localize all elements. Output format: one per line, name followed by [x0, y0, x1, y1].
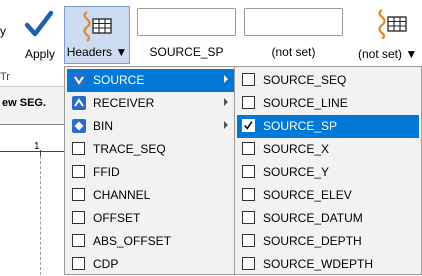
submenu-item-source-sp[interactable]: SOURCE_SP — [237, 115, 419, 138]
menu-item-source[interactable]: SOURCE — [67, 69, 234, 92]
source-arrow-icon — [72, 73, 86, 87]
checkbox[interactable] — [242, 234, 255, 247]
menu-item-label: FFID — [93, 165, 120, 179]
checkbox[interactable] — [72, 234, 85, 247]
checkbox[interactable] — [242, 211, 255, 224]
submenu-item-label: SOURCE_Y — [263, 165, 330, 179]
submenu-item-source-wdepth[interactable]: SOURCE_WDEPTH — [237, 253, 419, 274]
checkbox[interactable] — [242, 165, 255, 178]
headers-button[interactable]: Headers ▼ — [64, 6, 130, 64]
submenu-item-label: SOURCE_DATUM — [263, 211, 363, 225]
menu-item-trace-seq[interactable]: TRACE_SEQ — [67, 138, 234, 161]
menu-item-offset[interactable]: OFFSET — [67, 207, 234, 230]
headers-table-icon — [83, 11, 112, 42]
checkbox[interactable] — [72, 211, 85, 224]
check-icon — [244, 121, 253, 130]
headers-button-label: Headers ▼ — [66, 45, 128, 59]
checkbox[interactable] — [242, 96, 255, 109]
headers-table-icon-2[interactable] — [376, 9, 410, 39]
checkbox[interactable] — [242, 142, 255, 155]
submenu-item-source-y[interactable]: SOURCE_Y — [237, 161, 419, 184]
checkbox[interactable] — [242, 257, 255, 270]
submenu-item-label: SOURCE_X — [263, 142, 330, 156]
menu-item-channel[interactable]: CHANNEL — [67, 184, 234, 207]
checkbox[interactable] — [72, 165, 85, 178]
headers-menu: SOURCE RECEIVER BIN TRACE_SEQ FFID CHANN… — [64, 66, 237, 275]
submenu-item-label: SOURCE_WDEPTH — [263, 257, 374, 271]
bin-diamond-icon — [72, 119, 86, 133]
submenu-item-label: SOURCE_ELEV — [263, 188, 352, 202]
submenu-arrow-icon — [224, 121, 228, 129]
menu-item-label: ABS_OFFSET — [93, 234, 172, 248]
header-field-2-caption: (not set) — [271, 45, 316, 59]
submenu-arrow-icon — [224, 98, 228, 106]
menu-item-abs-offset[interactable]: ABS_OFFSET — [67, 230, 234, 253]
submenu-item-label: SOURCE_SEQ — [263, 73, 347, 87]
header-field-1[interactable] — [137, 8, 236, 36]
menu-item-bin[interactable]: BIN — [67, 115, 234, 138]
submenu-item-label: SOURCE_LINE — [263, 96, 348, 110]
checkbox[interactable] — [242, 188, 255, 201]
submenu-item-source-depth[interactable]: SOURCE_DEPTH — [237, 230, 419, 253]
submenu-item-source-elev[interactable]: SOURCE_ELEV — [237, 184, 419, 207]
grid-line — [40, 156, 41, 275]
submenu-item-source-x[interactable]: SOURCE_X — [237, 138, 419, 161]
header-field-1-caption: SOURCE_SP — [149, 45, 224, 59]
submenu-item-source-seq[interactable]: SOURCE_SEQ — [237, 69, 419, 92]
submenu-item-source-line[interactable]: SOURCE_LINE — [237, 92, 419, 115]
menu-item-label: BIN — [93, 119, 114, 133]
apply-button[interactable]: Apply — [22, 47, 58, 61]
menu-item-label: SOURCE — [93, 73, 145, 87]
menu-item-label: CDP — [93, 257, 119, 271]
menu-item-label: OFFSET — [93, 211, 141, 225]
submenu-item-source-datum[interactable]: SOURCE_DATUM — [237, 207, 419, 230]
checkbox[interactable] — [242, 73, 255, 86]
checkbox-checked[interactable] — [242, 119, 255, 132]
checkmark-icon[interactable] — [24, 8, 54, 40]
checkbox[interactable] — [72, 257, 85, 270]
menu-item-label: TRACE_SEQ — [93, 142, 166, 156]
menu-item-label: RECEIVER — [93, 96, 155, 110]
receiver-arrow-icon — [72, 96, 86, 110]
menu-item-receiver[interactable]: RECEIVER — [67, 92, 234, 115]
source-submenu: SOURCE_SEQ SOURCE_LINE SOURCE_SP SOURCE_… — [234, 66, 422, 275]
menu-item-label: CHANNEL — [93, 188, 151, 202]
checkbox[interactable] — [72, 188, 85, 201]
checkbox[interactable] — [72, 142, 85, 155]
ruler — [0, 143, 64, 152]
header-field-2[interactable] — [244, 8, 343, 36]
menu-item-cdp[interactable]: CDP — [67, 253, 234, 274]
ruler-number: 1 — [34, 141, 40, 152]
background-panel-title: ew SEG. — [2, 97, 47, 109]
submenu-item-label: SOURCE_DEPTH — [263, 234, 362, 248]
headers-dropdown-2[interactable]: (not set) ▼ — [358, 47, 422, 61]
submenu-arrow-icon — [224, 75, 228, 83]
toolbar-group-label: Tr — [0, 71, 10, 83]
toolbar-partial-label: y — [0, 24, 6, 38]
submenu-item-label: SOURCE_SP — [263, 119, 338, 133]
menu-item-ffid[interactable]: FFID — [67, 161, 234, 184]
